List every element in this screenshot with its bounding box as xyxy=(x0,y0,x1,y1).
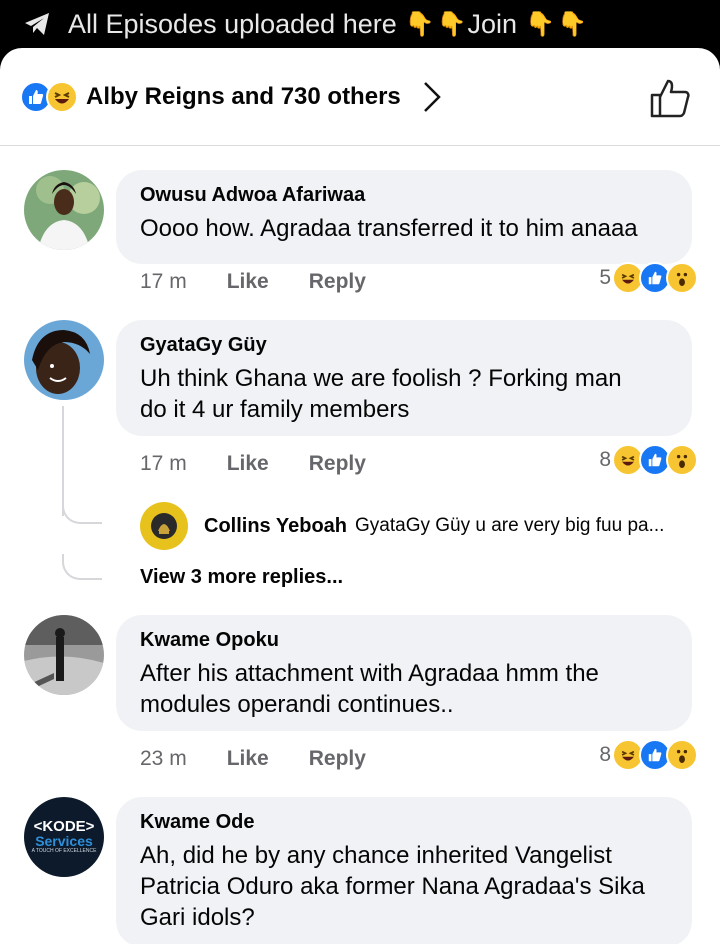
telegram-icon xyxy=(25,13,49,35)
like-button[interactable]: Like xyxy=(227,270,269,294)
comment-text-line: Uh think Ghana we are foolish ? Forking … xyxy=(140,365,622,392)
avatar[interactable] xyxy=(24,170,104,250)
comment-reactions[interactable]: 8 xyxy=(599,739,698,771)
comment-text-line: After his attachment with Agradaa hmm th… xyxy=(140,660,599,687)
comment-time: 17 m xyxy=(140,452,187,475)
reaction-count: 8 xyxy=(599,448,611,471)
commenter-name[interactable]: Kwame Opoku xyxy=(140,629,668,652)
thread-branch xyxy=(62,554,102,580)
avatar-logo-text: A TOUCH OF EXCELLENCE xyxy=(31,848,97,854)
avatar[interactable] xyxy=(24,320,104,400)
thread-branch xyxy=(62,498,102,524)
avatar[interactable]: <KODE> Services A TOUCH OF EXCELLENCE xyxy=(24,797,104,877)
reply-button[interactable]: Reply xyxy=(309,747,366,771)
reply-avatar[interactable] xyxy=(140,502,188,550)
comment-bubble[interactable]: GyataGy Güy Uh think Ghana we are foolis… xyxy=(116,320,692,436)
comment-text-line: Ah, did he by any chance inherited Vange… xyxy=(140,842,612,869)
reactions-summary[interactable]: Alby Reigns and 730 others xyxy=(86,83,401,111)
comment-text-line: Gari idols? xyxy=(140,904,255,931)
comment-time: 17 m xyxy=(140,270,187,293)
haha-icon xyxy=(46,80,78,113)
reactions-header[interactable]: Alby Reigns and 730 others xyxy=(0,48,720,146)
avatar[interactable] xyxy=(24,615,104,695)
reply-item[interactable]: Collins Yeboah GyataGy Güy u are very bi… xyxy=(140,502,664,550)
pointing-down-icon: 👇 xyxy=(404,10,435,38)
reply-author[interactable]: Collins Yeboah xyxy=(204,515,347,538)
pointing-down-icon: 👇 xyxy=(436,10,467,38)
comment-reactions[interactable]: 5 xyxy=(599,262,698,294)
channel-banner[interactable]: All Episodes uploaded here 👇 👇 Join 👇 👇 xyxy=(0,0,720,48)
wow-icon xyxy=(666,444,698,476)
chevron-right-icon[interactable] xyxy=(421,80,443,114)
comment-time: 23 m xyxy=(140,747,187,770)
comment-text: Oooo how. Agradaa transferred it to him … xyxy=(140,215,638,242)
avatar-logo-text: <KODE> xyxy=(33,818,95,835)
pointing-down-icon: 👇 xyxy=(525,10,555,38)
comment-bubble[interactable]: Kwame Ode Ah, did he by any chance inher… xyxy=(116,797,692,944)
reply-text: GyataGy Güy u are very big fuu pa... xyxy=(355,515,665,536)
commenter-name[interactable]: GyataGy Güy xyxy=(140,334,668,357)
comment-actions: 17 m Like Reply xyxy=(140,452,366,476)
comment-text-line: Patricia Oduro aka former Nana Agradaa's… xyxy=(140,873,645,900)
thumbs-up-icon[interactable] xyxy=(648,76,692,120)
reply-button[interactable]: Reply xyxy=(309,452,366,476)
reaction-count: 5 xyxy=(599,266,611,289)
comment-text-line: do it 4 ur family members xyxy=(140,396,410,423)
like-button[interactable]: Like xyxy=(227,452,269,476)
avatar-logo-text: Services xyxy=(35,833,93,849)
comment-bubble[interactable]: Kwame Opoku After his attachment with Ag… xyxy=(116,615,692,731)
reply-button[interactable]: Reply xyxy=(309,270,366,294)
comment-actions: 23 m Like Reply xyxy=(140,747,366,771)
wow-icon xyxy=(666,739,698,771)
commenter-name[interactable]: Kwame Ode xyxy=(140,811,668,834)
wow-icon xyxy=(666,262,698,294)
comment-actions: 17 m Like Reply xyxy=(140,270,366,294)
comments-sheet: Alby Reigns and 730 others Owusu Adwoa A… xyxy=(0,48,720,944)
commenter-name[interactable]: Owusu Adwoa Afariwaa xyxy=(140,184,668,207)
comment-bubble[interactable]: Owusu Adwoa Afariwaa Oooo how. Agradaa t… xyxy=(116,170,692,264)
reaction-count: 8 xyxy=(599,743,611,766)
pointing-down-icon: 👇 xyxy=(556,10,587,38)
banner-text: All Episodes uploaded here xyxy=(68,8,397,39)
view-more-replies-button[interactable]: View 3 more replies... xyxy=(140,566,343,589)
comment-text-line: modules operandi continues.. xyxy=(140,691,454,718)
join-text[interactable]: Join xyxy=(468,9,518,40)
comment-reactions[interactable]: 8 xyxy=(599,444,698,476)
like-button[interactable]: Like xyxy=(227,747,269,771)
